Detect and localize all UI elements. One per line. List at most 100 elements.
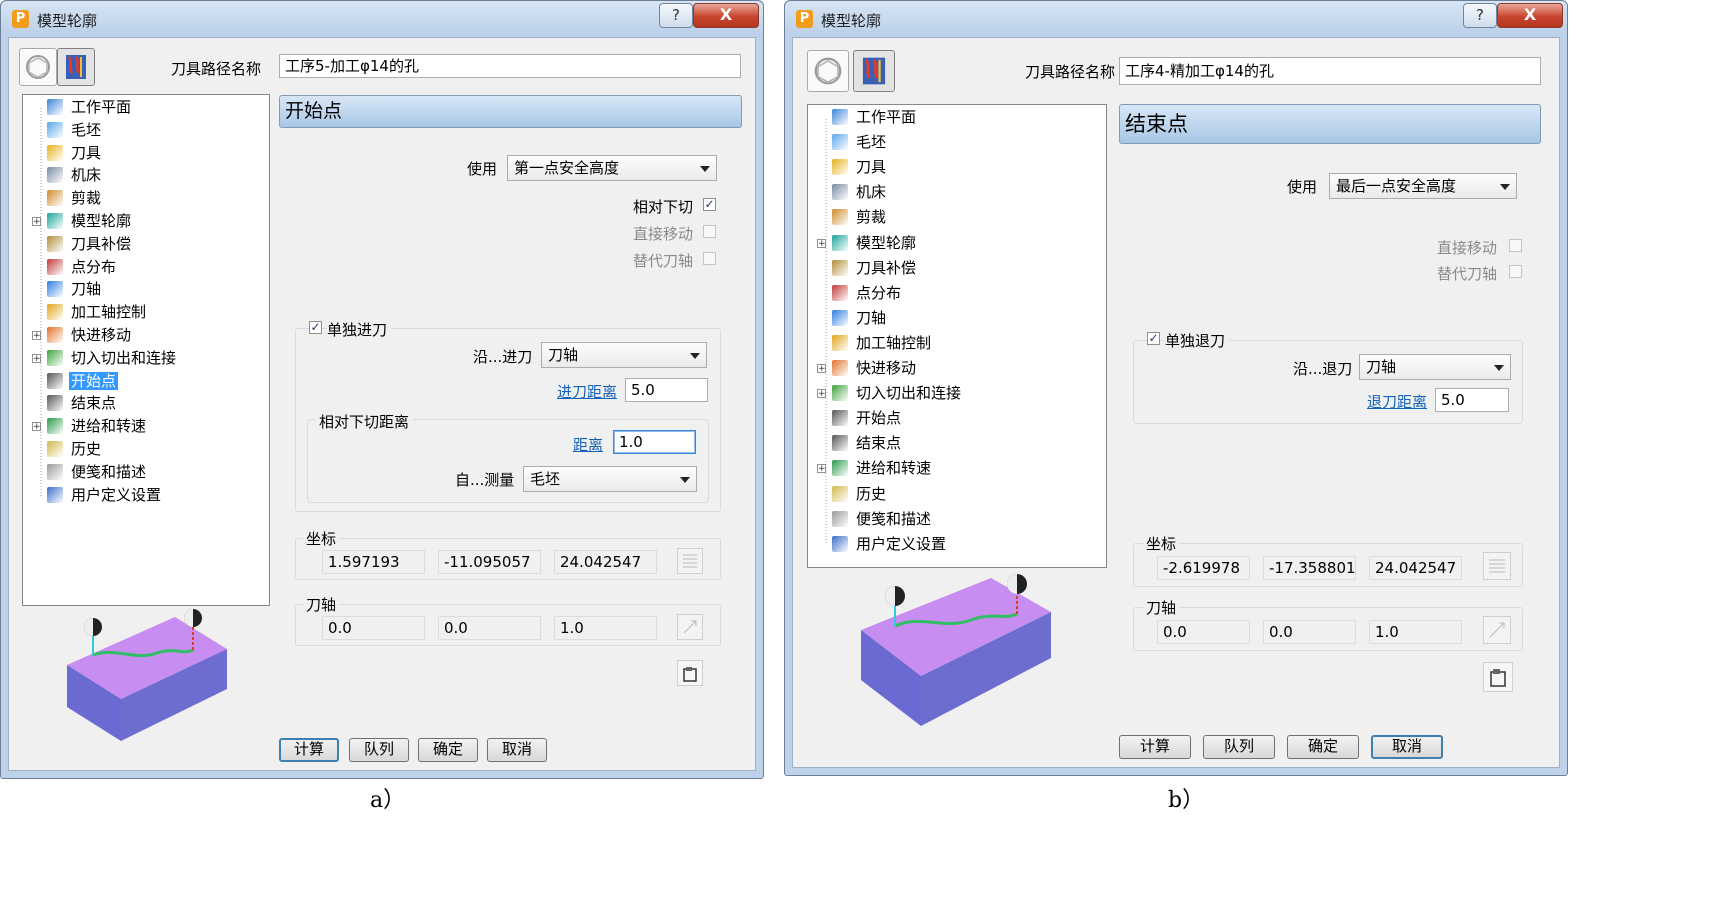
tree-expander-icon[interactable]: + (817, 389, 826, 399)
help-button[interactable]: ? (1463, 3, 1497, 28)
distance-link[interactable]: 距离 (573, 434, 603, 455)
tree-item[interactable]: 加工轴控制 (47, 302, 148, 324)
tree-expander-icon[interactable]: + (32, 331, 41, 341)
axis-edit-icon[interactable] (1483, 616, 1511, 644)
tree-item[interactable]: 点分布 (832, 283, 903, 305)
tree-expander-icon[interactable]: + (32, 353, 41, 363)
tree-item[interactable]: 刀具补偿 (47, 234, 133, 256)
clipboard-icon[interactable] (1483, 662, 1513, 692)
retract-distance-input[interactable]: 5.0 (1435, 388, 1509, 412)
list-icon[interactable] (677, 548, 703, 574)
approach-distance-link[interactable]: 进刀距离 (557, 381, 617, 402)
tree-item[interactable]: 切入切出和连接 (47, 348, 178, 370)
tree-item[interactable]: 刀轴 (47, 279, 103, 301)
approach-along-dropdown[interactable]: 刀轴 (541, 342, 707, 368)
close-button[interactable]: X (693, 3, 759, 28)
ok-button[interactable]: 确定 (418, 738, 478, 762)
tree-item[interactable]: 毛坯 (47, 120, 103, 142)
tree-expander-icon[interactable]: + (32, 217, 41, 227)
direct-move-checkbox[interactable] (1509, 239, 1522, 252)
tree-item[interactable]: 剪裁 (47, 188, 103, 210)
tree-item[interactable]: 机床 (47, 165, 103, 187)
tree-item[interactable]: 加工轴控制 (832, 333, 933, 355)
tree-item[interactable]: 进给和转速 (832, 458, 933, 480)
tree-expander-icon[interactable]: + (817, 238, 826, 248)
tree-item[interactable]: 便笺和描述 (47, 462, 148, 484)
ok-button[interactable]: 确定 (1287, 735, 1359, 759)
direct-move-checkbox[interactable] (703, 225, 716, 238)
tree-item[interactable]: 快进移动 (47, 325, 133, 347)
tree-item[interactable]: 点分布 (47, 257, 118, 279)
tree-item[interactable]: 历史 (47, 439, 103, 461)
approach-distance-input[interactable]: 5.0 (625, 378, 708, 402)
tree-item[interactable]: 刀轴 (832, 308, 888, 330)
separate-retract-checkbox[interactable]: ✓ (1147, 332, 1160, 345)
tree-item[interactable]: 快进移动 (832, 358, 918, 380)
tree-item[interactable]: 模型轮廓 (47, 211, 133, 233)
queue-button[interactable]: 队列 (349, 738, 409, 762)
tree-item[interactable]: 用户定义设置 (832, 534, 948, 556)
alt-axis-checkbox[interactable] (703, 252, 716, 265)
toolpath-icon[interactable] (57, 48, 95, 86)
toolpath-icon[interactable] (853, 50, 895, 92)
tree-item-label: 用户定义设置 (856, 534, 947, 553)
tree-item[interactable]: 剪裁 (832, 207, 888, 229)
tree-item[interactable]: 工作平面 (832, 107, 918, 129)
toolpath-name-input[interactable]: 工序4-精加工φ14的孔 (1119, 57, 1541, 85)
tree-item[interactable]: 工作平面 (47, 97, 133, 119)
cancel-button[interactable]: 取消 (1371, 735, 1443, 759)
retract-distance-link[interactable]: 退刀距离 (1367, 391, 1427, 412)
relative-plunge-checkbox[interactable]: ✓ (703, 198, 716, 211)
tree-item-label: 历史 (71, 440, 102, 458)
tree-item[interactable]: 便笺和描述 (832, 509, 933, 531)
tree-item[interactable]: 历史 (832, 484, 888, 506)
boundary-icon (832, 209, 848, 226)
tree-item[interactable]: 结束点 (832, 433, 903, 455)
use-dropdown[interactable]: 第一点安全高度 (507, 155, 717, 181)
tree-item[interactable]: 开始点 (47, 371, 119, 393)
tree-item[interactable]: 毛坯 (832, 132, 888, 154)
tree-item[interactable]: 用户定义设置 (47, 485, 163, 507)
start-point-icon (47, 372, 63, 389)
help-button[interactable]: ? (659, 3, 693, 28)
right-title-bar[interactable]: P 模型轮廓 ? X (785, 1, 1567, 37)
close-button[interactable]: X (1497, 3, 1563, 28)
calculate-button[interactable]: 计算 (279, 738, 339, 762)
sphere-settings-icon[interactable] (807, 50, 849, 92)
toolpath-name-input[interactable]: 工序5-加工φ14的孔 (279, 54, 741, 78)
separate-approach-checkbox[interactable]: ✓ (309, 321, 322, 334)
alt-axis-label: 替代刀轴 (633, 252, 694, 270)
sphere-settings-icon[interactable] (19, 48, 57, 86)
tree-expander-icon[interactable]: + (817, 464, 826, 474)
tree-item[interactable]: 进给和转速 (47, 416, 148, 438)
measure-from-dropdown[interactable]: 毛坯 (523, 466, 697, 492)
left-title-bar[interactable]: P 模型轮廓 ? X (1, 1, 763, 37)
tree-item[interactable]: 机床 (832, 182, 888, 204)
calculate-button[interactable]: 计算 (1119, 735, 1191, 759)
history-icon (832, 485, 848, 502)
cancel-button[interactable]: 取消 (487, 738, 547, 762)
alt-axis-checkbox[interactable] (1509, 265, 1522, 278)
clipboard-icon[interactable] (677, 660, 703, 686)
settings-tree[interactable]: 工作平面毛坯刀具机床剪裁 + 模型轮廓刀具补偿点分布刀轴加工轴控制 + 快进移动 + 切入切… (807, 104, 1107, 568)
workplane-icon (832, 109, 848, 125)
tree-item[interactable]: 结束点 (47, 393, 118, 415)
tree-item[interactable]: 刀具 (832, 157, 888, 179)
queue-button[interactable]: 队列 (1203, 735, 1275, 759)
settings-tree[interactable]: 工作平面 毛坯 刀具 机床 剪裁 + 模型轮廓 刀具补偿 点分布刀轴 加工轴控制 + 快进移动 + 切入切… (22, 94, 270, 606)
use-dropdown[interactable]: 最后一点安全高度 (1329, 173, 1517, 199)
chevron-down-icon (1494, 365, 1504, 371)
retract-along-label: 沿...退刀 (1293, 360, 1353, 378)
tree-item[interactable]: 模型轮廓 (832, 233, 918, 255)
list-icon[interactable] (1483, 552, 1511, 580)
tree-expander-icon[interactable]: + (817, 364, 826, 374)
distance-input[interactable]: 1.0 (613, 430, 696, 454)
tree-item[interactable]: 切入切出和连接 (832, 383, 963, 405)
tree-item[interactable]: 刀具 (47, 143, 103, 165)
tree-item[interactable]: 开始点 (832, 408, 903, 430)
axis-edit-icon[interactable] (677, 614, 703, 640)
tree-item-label: 点分布 (71, 257, 117, 276)
tree-expander-icon[interactable]: + (32, 422, 41, 432)
retract-along-dropdown[interactable]: 刀轴 (1359, 354, 1511, 380)
tree-item[interactable]: 刀具补偿 (832, 258, 918, 280)
